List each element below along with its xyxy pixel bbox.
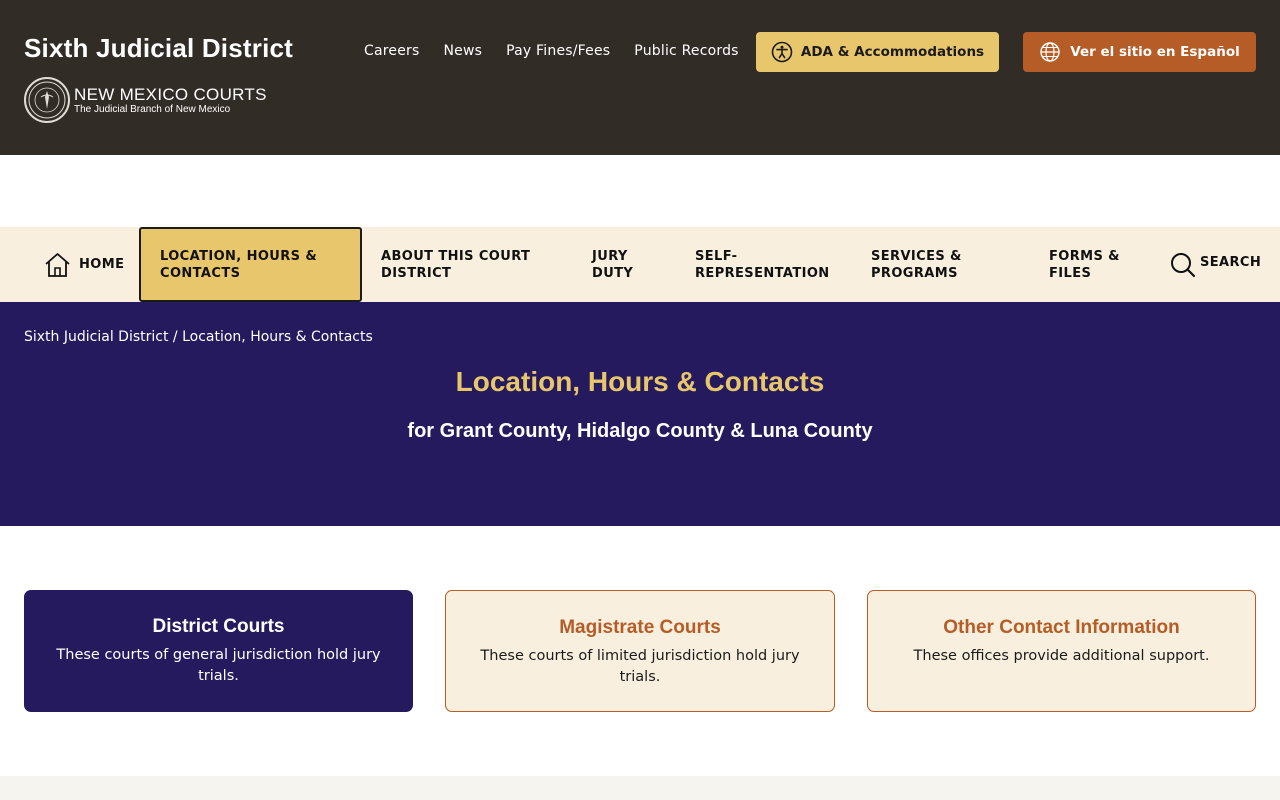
nav-label: ABOUT THIS COURT DISTRICT (381, 248, 531, 281)
breadcrumb-home-link[interactable]: Sixth Judicial District (24, 329, 168, 345)
pay-fines-link[interactable]: Pay Fines/Fees (506, 43, 610, 59)
other-contact-card[interactable]: Other Contact Information These offices … (867, 590, 1256, 712)
nav-self-representation[interactable]: SELF-REPRESENTATION (695, 227, 835, 302)
district-courts-card[interactable]: District Courts These courts of general … (24, 590, 413, 712)
nav-label: JURY DUTY (592, 248, 634, 281)
nav-about-district[interactable]: ABOUT THIS COURT DISTRICT (381, 227, 556, 302)
card-description: These offices provide additional support… (913, 648, 1210, 664)
breadcrumb: Sixth Judicial District / Location, Hour… (24, 329, 373, 345)
nav-label: SELF-REPRESENTATION (695, 248, 830, 281)
accessibility-icon (771, 41, 793, 63)
page-hero: Sixth Judicial District / Location, Hour… (0, 302, 1280, 526)
news-link[interactable]: News (443, 43, 482, 59)
home-icon (45, 252, 70, 277)
footer-strip (0, 776, 1280, 800)
page-subtitle: for Grant County, Hidalgo County & Luna … (407, 420, 873, 442)
brand-name: NEW MEXICO COURTS (74, 84, 267, 104)
search-label: SEARCH (1200, 255, 1262, 270)
main-nav: HOME LOCATION, HOURS & CONTACTS ABOUT TH… (0, 227, 1280, 302)
utility-nav: Careers News Pay Fines/Fees Public Recor… (364, 43, 739, 59)
search-icon (1171, 252, 1196, 277)
magistrate-courts-card[interactable]: Magistrate Courts These courts of limite… (445, 590, 835, 712)
breadcrumb-separator: / (172, 329, 178, 345)
careers-link[interactable]: Careers (364, 43, 419, 59)
card-title: Other Contact Information (943, 617, 1180, 638)
nm-courts-logo[interactable]: NEW MEXICO COURTS The Judicial Branch of… (24, 77, 267, 123)
nav-services-programs[interactable]: SERVICES & PROGRAMS (871, 227, 1001, 302)
nav-label: SERVICES & PROGRAMS (871, 248, 962, 281)
card-title: Magistrate Courts (559, 617, 721, 638)
nav-forms-files[interactable]: FORMS & FILES (1049, 227, 1139, 302)
nav-label: LOCATION, HOURS & CONTACTS (160, 248, 318, 281)
state-seal-icon (24, 77, 70, 123)
globe-icon (1040, 42, 1060, 62)
spanish-site-button[interactable]: Ver el sitio en Español (1023, 32, 1256, 72)
card-title: District Courts (152, 616, 285, 637)
brand-tagline: The Judicial Branch of New Mexico (74, 103, 231, 115)
site-title[interactable]: Sixth Judicial District (24, 33, 293, 64)
nav-jury-duty[interactable]: JURY DUTY (592, 227, 662, 302)
page-title: Location, Hours & Contacts (455, 366, 825, 397)
ada-accommodations-button[interactable]: ADA & Accommodations (756, 32, 999, 72)
nav-search[interactable]: SEARCH (1170, 225, 1261, 300)
nav-home[interactable]: HOME (44, 227, 124, 302)
card-description: These courts of general jurisdiction hol… (56, 647, 381, 684)
nav-label: FORMS & FILES (1049, 248, 1120, 281)
nav-home-label: HOME (79, 257, 125, 272)
ada-button-label: ADA & Accommodations (800, 44, 985, 60)
spanish-button-label: Ver el sitio en Español (1070, 44, 1240, 60)
card-description: These courts of limited jurisdiction hol… (480, 648, 800, 685)
site-header: Sixth Judicial District NEW MEXICO COURT… (0, 0, 1280, 155)
nav-location-hours-contacts[interactable]: LOCATION, HOURS & CONTACTS (160, 227, 350, 302)
breadcrumb-current: Location, Hours & Contacts (182, 329, 373, 345)
public-records-link[interactable]: Public Records (634, 43, 738, 59)
